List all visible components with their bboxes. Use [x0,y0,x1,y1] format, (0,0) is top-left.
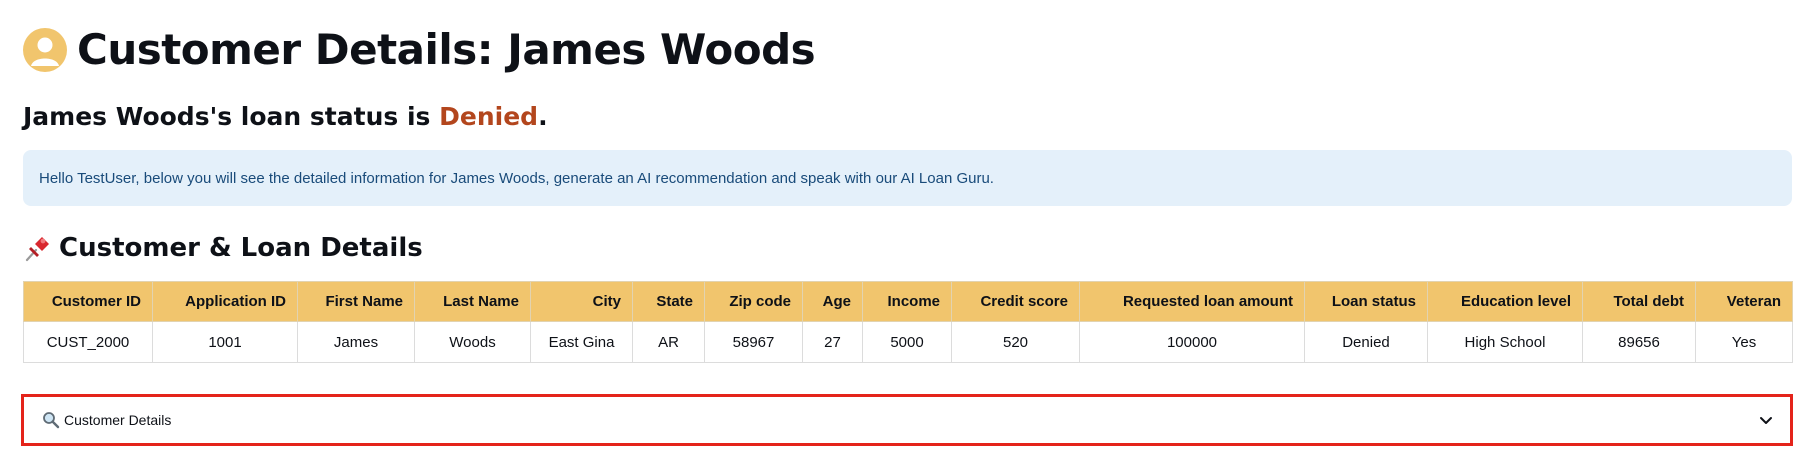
column-header[interactable]: Last Name [414,281,531,322]
customer-loan-table: Customer ID Application ID First Name La… [23,281,1793,363]
table-cell: High School [1427,321,1583,363]
table-cell: 58967 [704,321,803,363]
magnifier-icon [43,412,60,429]
table-cell: Woods [414,321,531,363]
section-title: Customer & Loan Details [59,233,423,263]
column-header[interactable]: Credit score [951,281,1080,322]
table-header-row: Customer ID Application ID First Name La… [23,281,1793,322]
table-cell: 89656 [1582,321,1696,363]
table-cell: AR [632,321,705,363]
table-cell: 27 [802,321,863,363]
column-header[interactable]: Application ID [152,281,298,322]
loan-status-suffix: . [538,102,548,131]
column-header[interactable]: Income [862,281,952,322]
chevron-down-icon[interactable] [1758,412,1774,428]
table-cell: Denied [1304,321,1428,363]
column-header[interactable]: Veteran [1695,281,1793,322]
column-header[interactable]: Customer ID [23,281,153,322]
user-avatar-icon [23,28,67,72]
table-cell: East Gina [530,321,633,363]
column-header[interactable]: Total debt [1582,281,1696,322]
info-alert: Hello TestUser, below you will see the d… [23,150,1792,206]
table-row: CUST_2000 1001 James Woods East Gina AR … [23,321,1793,363]
title-row: Customer Details: James Woods [23,22,816,78]
column-header[interactable]: Education level [1427,281,1583,322]
table-cell: Yes [1695,321,1793,363]
table-cell: 520 [951,321,1080,363]
section-heading: Customer & Loan Details [23,231,423,265]
loan-status-prefix: James Woods's loan status is [23,102,440,131]
loan-status-line: James Woods's loan status is Denied. [23,100,548,134]
info-message: Hello TestUser, below you will see the d… [39,169,994,187]
column-header[interactable]: Zip code [704,281,803,322]
table-cell: 1001 [152,321,298,363]
column-header[interactable]: Requested loan amount [1079,281,1305,322]
column-header[interactable]: State [632,281,705,322]
table-cell: James [297,321,415,363]
customer-details-expander[interactable]: Customer Details [21,394,1793,446]
column-header[interactable]: Age [802,281,863,322]
column-header[interactable]: First Name [297,281,415,322]
expander-label: Customer Details [64,412,172,428]
pushpin-icon [25,237,49,262]
page-title: Customer Details: James Woods [77,25,816,74]
column-header[interactable]: Loan status [1304,281,1428,322]
page: Customer Details: James Woods James Wood… [0,0,1809,459]
loan-status-value: Denied [439,102,539,131]
table-cell: 100000 [1079,321,1305,363]
column-header[interactable]: City [530,281,633,322]
table-cell: CUST_2000 [23,321,153,363]
table-cell: 5000 [862,321,952,363]
